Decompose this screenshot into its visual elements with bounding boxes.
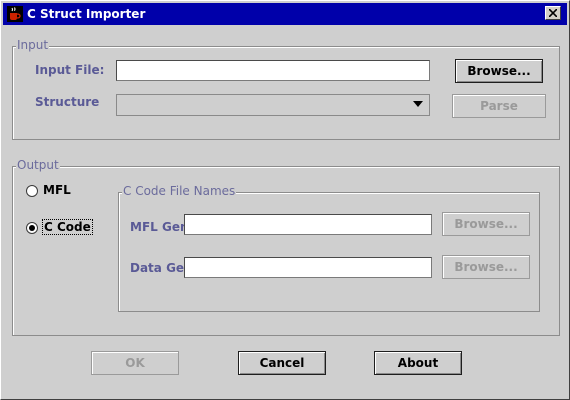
radio-ccode-label[interactable]: C Code xyxy=(42,219,93,235)
window-title: C Struct Importer xyxy=(27,7,146,21)
radio-mfl[interactable] xyxy=(26,185,38,197)
structure-dropdown[interactable] xyxy=(116,94,430,116)
input-file-field[interactable] xyxy=(116,60,430,81)
about-button[interactable]: About xyxy=(374,351,462,375)
close-button[interactable] xyxy=(545,6,561,20)
input-group-legend: Input xyxy=(16,38,50,52)
parse-button[interactable]: Parse xyxy=(452,94,546,118)
data-gen-browse-button[interactable]: Browse... xyxy=(442,255,530,279)
ok-button[interactable]: OK xyxy=(91,351,179,375)
title-bar[interactable]: C Struct Importer xyxy=(3,3,567,25)
mfl-gen-field[interactable] xyxy=(184,214,432,235)
cancel-button[interactable]: Cancel xyxy=(238,351,326,375)
radio-mfl-label[interactable]: MFL xyxy=(43,183,71,197)
cfile-group xyxy=(118,192,540,312)
cfile-group-legend: C Code File Names xyxy=(122,184,237,198)
coffee-cup-icon xyxy=(7,6,23,22)
data-gen-field[interactable] xyxy=(184,257,432,278)
radio-selected-dot xyxy=(29,225,35,231)
radio-ccode[interactable] xyxy=(26,222,38,234)
dialog-window: C Struct Importer Input Input File: Brow… xyxy=(0,0,570,400)
close-icon xyxy=(549,9,557,17)
structure-label: Structure xyxy=(35,95,100,109)
input-file-label: Input File: xyxy=(35,63,105,77)
chevron-down-icon xyxy=(413,101,423,107)
input-browse-button[interactable]: Browse... xyxy=(455,59,543,83)
output-group-legend: Output xyxy=(16,158,60,172)
mfl-gen-browse-button[interactable]: Browse... xyxy=(442,212,530,236)
